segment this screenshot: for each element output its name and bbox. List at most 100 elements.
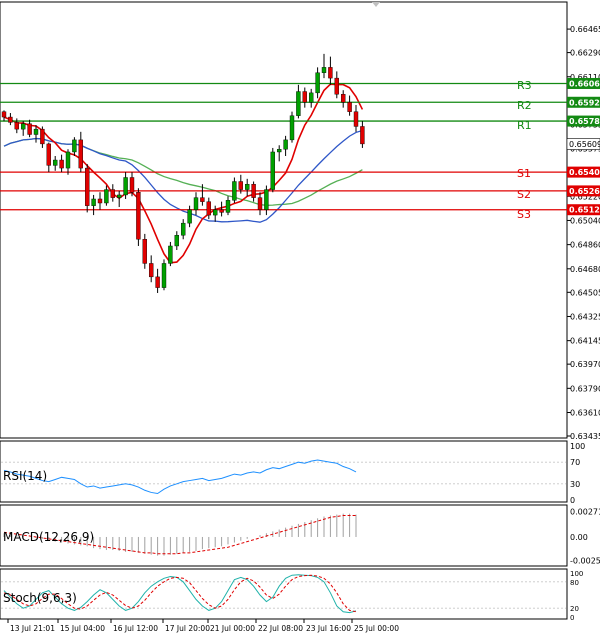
s3-price-tag-text: 0.65120	[569, 206, 600, 215]
price-y-tick-label: 0.66290	[570, 49, 600, 58]
r1-label: R1	[517, 119, 532, 132]
price-y-tick-label: 0.64860	[570, 241, 600, 250]
r3-price-tag-text: 0.66060	[569, 79, 600, 88]
candle-body	[78, 139, 84, 169]
candle-body	[347, 102, 352, 112]
candle-body	[104, 189, 109, 204]
price-y-tick-label: 0.64680	[570, 265, 600, 274]
candle-body	[21, 123, 26, 130]
rsi-panel: 100 70 30 0	[1, 442, 585, 505]
candle-body	[289, 115, 295, 141]
candle-body	[136, 192, 141, 240]
candle-body	[148, 263, 154, 278]
time-axis-tick-label: 16 Jul 12:00	[113, 624, 158, 633]
rsi-y-tick-label: 100	[570, 442, 585, 451]
stoch-y-tick-label: 0	[570, 614, 574, 622]
candle-body	[193, 197, 199, 210]
rsi-y-tick-label: 0	[570, 496, 575, 505]
candle-body	[296, 91, 301, 116]
rsi-y-tick-label: 30	[570, 480, 580, 489]
candle-body	[72, 139, 77, 153]
candle-body	[155, 276, 160, 288]
price-panel: 0.664650.662900.661100.659350.657550.655…	[0, 25, 600, 441]
macd-y-tick-label: 0.00	[570, 533, 588, 542]
r1-price-tag-text: 0.65780	[569, 117, 600, 126]
candle-body	[277, 149, 282, 153]
candle-body	[84, 167, 90, 206]
time-axis-tick-label: 22 Jul 08:00	[258, 624, 303, 633]
time-axis-tick-label: 13 Jul 21:01	[10, 624, 55, 633]
price-y-tick-label: 0.65040	[570, 216, 600, 225]
current-price-tag-text: 0.65609	[569, 140, 600, 149]
candle-body	[328, 67, 333, 79]
candle-body	[257, 197, 263, 210]
price-y-tick-label: 0.64145	[570, 337, 600, 346]
candle-body	[334, 77, 339, 95]
price-y-tick-label: 0.64325	[570, 312, 600, 321]
price-y-tick-label: 0.66465	[570, 25, 600, 34]
time-axis-tick-label: 21 Jul 00:00	[210, 624, 255, 633]
candle-body	[97, 198, 103, 204]
candle-body	[161, 263, 167, 288]
candle-body	[40, 128, 45, 145]
s1-label: S1	[517, 167, 531, 180]
candle-body	[27, 123, 32, 135]
price-panel-frame	[0, 1, 568, 439]
candle-body	[225, 200, 231, 213]
candle-body	[1, 111, 7, 118]
candle-body	[232, 181, 237, 201]
candle-body	[321, 67, 327, 73]
candle-body	[238, 181, 244, 190]
time-axis-tick-label: 23 Jul 16:00	[306, 624, 351, 633]
macd-title: MACD(12,26,9)	[3, 530, 94, 544]
candle-body	[110, 189, 116, 198]
candle-body	[123, 177, 128, 196]
candle-body	[309, 92, 314, 103]
price-y-tick-label: 0.63970	[570, 360, 600, 369]
forex-chart: 0.664650.662900.661100.659350.657550.655…	[0, 1, 600, 633]
s2-label: S2	[517, 188, 531, 201]
candle-body	[59, 159, 64, 169]
price-y-tick-label: 0.64505	[570, 288, 600, 297]
macd-y-tick-label: -0.002523	[570, 556, 600, 565]
chart-shift-marker-icon[interactable]	[372, 2, 380, 7]
candle-body	[206, 201, 212, 216]
candle-body	[116, 194, 122, 198]
stoch-panel-frame	[0, 568, 568, 620]
price-y-tick-label: 0.63435	[570, 432, 600, 441]
r2-label: R2	[517, 99, 532, 112]
candle-body	[200, 197, 205, 202]
time-axis: 13 Jul 21:01 15 Jul 04:00 16 Jul 12:00 17 J…	[7, 619, 399, 633]
stoch-y-tick-label: 100	[570, 570, 583, 578]
rsi-y-tick-label: 70	[570, 458, 580, 467]
candle-body	[46, 143, 51, 166]
time-axis-tick-label: 15 Jul 04:00	[60, 624, 105, 633]
rsi-title: RSI(14)	[3, 469, 47, 483]
candle-body	[302, 91, 307, 103]
s2-price-tag-text: 0.65260	[569, 187, 600, 196]
r3-label: R3	[517, 79, 532, 92]
candle-body	[142, 239, 148, 264]
candle-body	[33, 128, 39, 135]
candle-body	[91, 198, 96, 206]
candle-body	[270, 151, 275, 190]
candle-body	[360, 126, 365, 145]
candle-body	[174, 235, 180, 247]
candle-body	[187, 209, 192, 224]
macd-y-tick-label: 0.002713	[570, 508, 600, 517]
candle-body	[8, 116, 13, 123]
stoch-y-tick-label: 80	[570, 579, 579, 587]
price-y-tick-label: 0.63610	[570, 408, 600, 417]
candle-body	[65, 151, 71, 169]
stoch-y-tick-label: 20	[570, 605, 579, 613]
stoch-title: Stoch(9,6,3)	[3, 591, 77, 605]
candle-body	[244, 183, 250, 190]
candle-body	[315, 72, 320, 94]
candle-body	[251, 183, 256, 198]
candle-body	[14, 122, 20, 130]
candle-body	[168, 245, 173, 264]
candle-body	[341, 94, 346, 103]
candle-body	[180, 222, 186, 236]
time-axis-tick-label: 17 Jul 20:00	[165, 624, 210, 633]
ma-mid-line	[3, 129, 363, 223]
